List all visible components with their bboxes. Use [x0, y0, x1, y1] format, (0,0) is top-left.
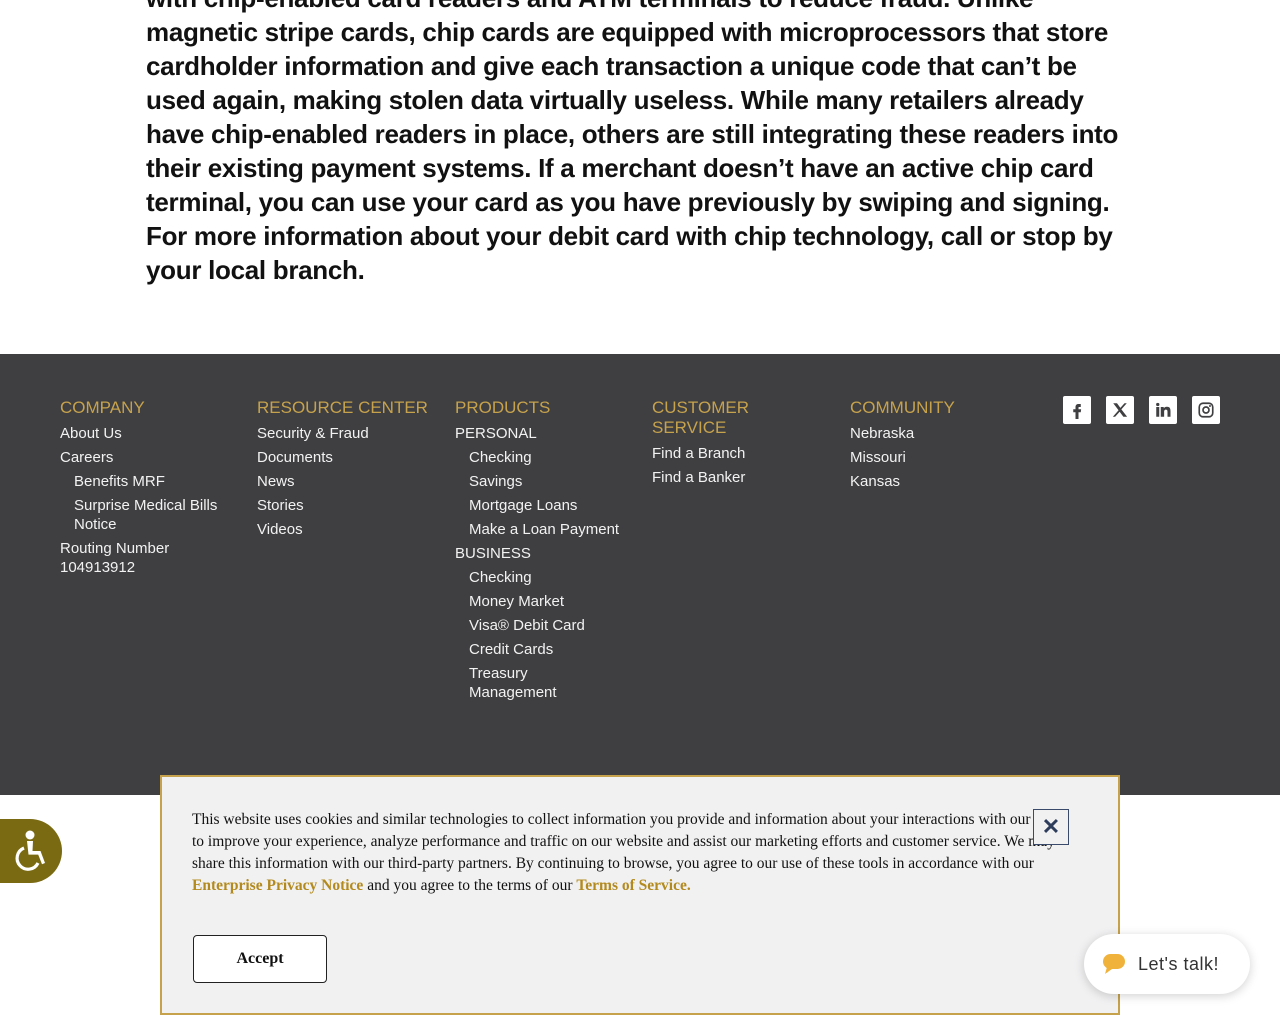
site-footer: COMPANY About Us Careers Benefits MRF Su… [0, 354, 1280, 795]
terms-of-service-link[interactable]: Terms of Service. [576, 877, 690, 894]
accessibility-icon [15, 830, 45, 871]
article-paragraph: with chip-enabled card readers and ATM t… [146, 0, 1119, 285]
community-heading: COMMUNITY [850, 398, 955, 417]
cookie-close-button[interactable]: ✕ [1033, 809, 1069, 845]
cookie-message: This website uses cookies and similar te… [192, 809, 1072, 897]
cookie-text-part2: and you agree to the terms of our [363, 877, 577, 894]
privacy-notice-link[interactable]: Enterprise Privacy Notice [192, 877, 363, 894]
x-twitter-icon[interactable] [1106, 396, 1134, 424]
routing-number: Routing Number 104913912 [60, 540, 170, 576]
close-icon: ✕ [1041, 814, 1061, 839]
business-checking-link[interactable]: Checking [455, 568, 630, 587]
cookie-consent-banner: This website uses cookies and similar te… [160, 775, 1120, 1015]
footer-col-customer: CUSTOMER SERVICE Find a Branch Find a Ba… [652, 398, 827, 492]
visa-debit-card-link[interactable]: Visa® Debit Card [455, 616, 630, 635]
footer-col-products: PRODUCTS PERSONAL Checking Savings Mortg… [455, 398, 630, 707]
facebook-icon[interactable] [1063, 396, 1091, 424]
careers-link[interactable]: Careers [60, 448, 235, 467]
cookie-text-part1: This website uses cookies and similar te… [192, 811, 1062, 872]
videos-link[interactable]: Videos [257, 520, 432, 539]
footer-col-company: COMPANY About Us Careers Benefits MRF Su… [60, 398, 235, 582]
chat-label: Let's talk! [1138, 953, 1219, 974]
personal-savings-link[interactable]: Savings [455, 472, 630, 491]
money-market-link[interactable]: Money Market [455, 592, 630, 611]
personal-label: PERSONAL [455, 425, 537, 442]
products-heading: PRODUCTS [455, 398, 551, 417]
stories-link[interactable]: Stories [257, 496, 432, 515]
news-link[interactable]: News [257, 472, 432, 491]
documents-link[interactable]: Documents [257, 448, 432, 467]
chat-widget-button[interactable]: Let's talk! [1084, 934, 1250, 994]
about-us-link[interactable]: About Us [60, 424, 235, 443]
find-banker-link[interactable]: Find a Banker [652, 468, 827, 487]
resource-heading: RESOURCE CENTER [257, 398, 428, 417]
mortgage-loans-link[interactable]: Mortgage Loans [455, 496, 630, 515]
instagram-icon[interactable] [1192, 396, 1220, 424]
social-links [1063, 396, 1220, 424]
cookie-accept-button[interactable]: Accept [193, 935, 327, 983]
customer-service-heading: CUSTOMER SERVICE [652, 398, 749, 437]
company-heading: COMPANY [60, 398, 145, 417]
accessibility-button[interactable] [0, 819, 62, 883]
chat-bubble-icon [1103, 954, 1125, 974]
benefits-mrf-link[interactable]: Benefits MRF [60, 472, 235, 491]
linkedin-icon[interactable] [1149, 396, 1177, 424]
business-label: BUSINESS [455, 545, 531, 562]
footer-col-resource: RESOURCE CENTER Security & Fraud Documen… [257, 398, 432, 544]
kansas-link[interactable]: Kansas [850, 472, 1025, 491]
treasury-management-link[interactable]: Treasury Management [455, 664, 569, 702]
loan-payment-link[interactable]: Make a Loan Payment [455, 520, 644, 539]
missouri-link[interactable]: Missouri [850, 448, 1025, 467]
footer-col-community: COMMUNITY Nebraska Missouri Kansas [850, 398, 1025, 496]
personal-checking-link[interactable]: Checking [455, 448, 630, 467]
nebraska-link[interactable]: Nebraska [850, 424, 1025, 443]
surprise-medical-bills-link[interactable]: Surprise Medical Bills Notice [60, 496, 224, 534]
find-branch-link[interactable]: Find a Branch [652, 444, 827, 463]
credit-cards-link[interactable]: Credit Cards [455, 640, 630, 659]
security-fraud-link[interactable]: Security & Fraud [257, 424, 432, 443]
